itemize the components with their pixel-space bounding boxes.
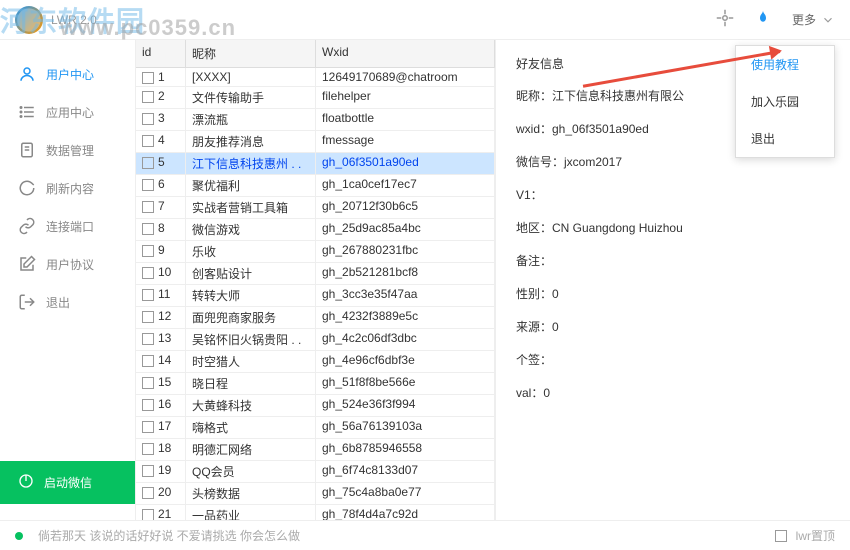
app-title: LWR 2.0: [51, 13, 97, 27]
footer-text: 倘若那天 该说的话好好说 不爱请挑选 你会怎么做: [38, 527, 300, 544]
sidebar-item-link[interactable]: 连接端口: [0, 207, 135, 245]
table-row[interactable]: 4朋友推荐消息fmessage: [136, 131, 495, 153]
detail-row: 性别：0: [516, 285, 830, 302]
detail-row: 备注：: [516, 252, 830, 269]
row-checkbox[interactable]: [142, 333, 154, 345]
table-row[interactable]: 15晓日程gh_51f8f8be566e: [136, 373, 495, 395]
doc-icon: [18, 141, 36, 159]
sidebar-item-label: 退出: [46, 294, 70, 311]
detail-row: V1：: [516, 186, 830, 203]
gear-icon[interactable]: [716, 9, 734, 30]
th-nick[interactable]: 昵称: [186, 40, 316, 67]
sidebar-item-label: 用户协议: [46, 256, 94, 273]
table-row[interactable]: 8微信游戏gh_25d9ac85a4bc: [136, 219, 495, 241]
table-row[interactable]: 6聚优福利gh_1ca0cef17ec7: [136, 175, 495, 197]
sidebar-item-doc[interactable]: 数据管理: [0, 131, 135, 169]
refresh-icon: [18, 179, 36, 197]
dropdown-item[interactable]: 使用教程: [736, 46, 834, 83]
row-checkbox[interactable]: [142, 179, 154, 191]
launch-label: 启动微信: [44, 474, 92, 491]
power-icon: [18, 473, 34, 492]
row-checkbox[interactable]: [142, 135, 154, 147]
sidebar-item-label: 用户中心: [46, 66, 94, 83]
pin-checkbox[interactable]: [775, 530, 787, 542]
sidebar-item-list[interactable]: 应用中心: [0, 93, 135, 131]
row-checkbox[interactable]: [142, 289, 154, 301]
table-row[interactable]: 17嗨格式gh_56a76139103a: [136, 417, 495, 439]
detail-row: 来源：0: [516, 318, 830, 335]
dropdown-item[interactable]: 加入乐园: [736, 83, 834, 120]
exit-icon: [18, 293, 36, 311]
table-row[interactable]: 5江下信息科技惠州 . .gh_06f3501a90ed: [136, 153, 495, 175]
sidebar-item-edit[interactable]: 用户协议: [0, 245, 135, 283]
link-icon: [18, 217, 36, 235]
row-checkbox[interactable]: [142, 421, 154, 433]
more-label: 更多: [792, 11, 816, 28]
row-checkbox[interactable]: [142, 91, 154, 103]
list-icon: [18, 103, 36, 121]
pin-label: lwr置顶: [796, 527, 835, 544]
sidebar-item-label: 应用中心: [46, 104, 94, 121]
detail-panel: 好友信息 昵称：江下信息科技惠州有限公wxid：gh_06f3501a90ed微…: [496, 40, 850, 520]
table-row[interactable]: 13吴铭怀旧火锅贵阳 . .gh_4c2c06df3dbc: [136, 329, 495, 351]
row-checkbox[interactable]: [142, 245, 154, 257]
table-row[interactable]: 18明德汇网络gh_6b8785946558: [136, 439, 495, 461]
row-checkbox[interactable]: [142, 201, 154, 213]
detail-row: val：0: [516, 384, 830, 401]
row-checkbox[interactable]: [142, 311, 154, 323]
sidebar-item-user[interactable]: 用户中心: [0, 55, 135, 93]
dropdown-item[interactable]: 退出: [736, 120, 834, 157]
launch-wechat-button[interactable]: 启动微信: [0, 461, 135, 504]
sidebar-item-refresh[interactable]: 刷新内容: [0, 169, 135, 207]
sidebar-item-label: 刷新内容: [46, 180, 94, 197]
th-id[interactable]: id: [136, 40, 186, 67]
chevron-down-icon: [821, 13, 835, 27]
table-row[interactable]: 7实战者营销工具箱gh_20712f30b6c5: [136, 197, 495, 219]
row-checkbox[interactable]: [142, 355, 154, 367]
table-row[interactable]: 14时空猎人gh_4e96cf6dbf3e: [136, 351, 495, 373]
row-checkbox[interactable]: [142, 465, 154, 477]
table-row[interactable]: 9乐收gh_267880231fbc: [136, 241, 495, 263]
more-dropdown: 使用教程加入乐园退出: [735, 45, 835, 158]
status-dot: [15, 532, 23, 540]
fire-icon[interactable]: [754, 9, 772, 30]
table-row[interactable]: 1[XXXX]12649170689@chatroom: [136, 68, 495, 87]
row-checkbox[interactable]: [142, 487, 154, 499]
edit-icon: [18, 255, 36, 273]
row-checkbox[interactable]: [142, 113, 154, 125]
sidebar-item-label: 数据管理: [46, 142, 94, 159]
row-checkbox[interactable]: [142, 157, 154, 169]
contact-table: id 昵称 Wxid 1[XXXX]12649170689@chatroom2文…: [136, 40, 496, 520]
row-checkbox[interactable]: [142, 223, 154, 235]
table-row[interactable]: 10创客贴设计gh_2b521281bcf8: [136, 263, 495, 285]
table-row[interactable]: 12面兜兜商家服务gh_4232f3889e5c: [136, 307, 495, 329]
row-checkbox[interactable]: [142, 509, 154, 520]
user-icon: [18, 65, 36, 83]
app-logo: [15, 6, 43, 34]
row-checkbox[interactable]: [142, 443, 154, 455]
table-row[interactable]: 16大黄蜂科技gh_524e36f3f994: [136, 395, 495, 417]
sidebar: 用户中心应用中心数据管理刷新内容连接端口用户协议退出 启动微信: [0, 40, 135, 520]
detail-row: 个签：: [516, 351, 830, 368]
table-row[interactable]: 11转转大师gh_3cc3e35f47aa: [136, 285, 495, 307]
table-row[interactable]: 2文件传输助手filehelper: [136, 87, 495, 109]
row-checkbox[interactable]: [142, 399, 154, 411]
row-checkbox[interactable]: [142, 72, 154, 84]
th-wxid[interactable]: Wxid: [316, 40, 495, 67]
detail-row: 地区：CN Guangdong Huizhou: [516, 219, 830, 236]
table-row[interactable]: 19QQ会员gh_6f74c8133d07: [136, 461, 495, 483]
table-row[interactable]: 3漂流瓶floatbottle: [136, 109, 495, 131]
sidebar-item-exit[interactable]: 退出: [0, 283, 135, 321]
row-checkbox[interactable]: [142, 267, 154, 279]
table-row[interactable]: 20头榜数据gh_75c4a8ba0e77: [136, 483, 495, 505]
more-button[interactable]: 更多: [792, 11, 835, 28]
table-row[interactable]: 21一品药业gh_78f4d4a7c92d: [136, 505, 495, 520]
row-checkbox[interactable]: [142, 377, 154, 389]
sidebar-item-label: 连接端口: [46, 218, 94, 235]
